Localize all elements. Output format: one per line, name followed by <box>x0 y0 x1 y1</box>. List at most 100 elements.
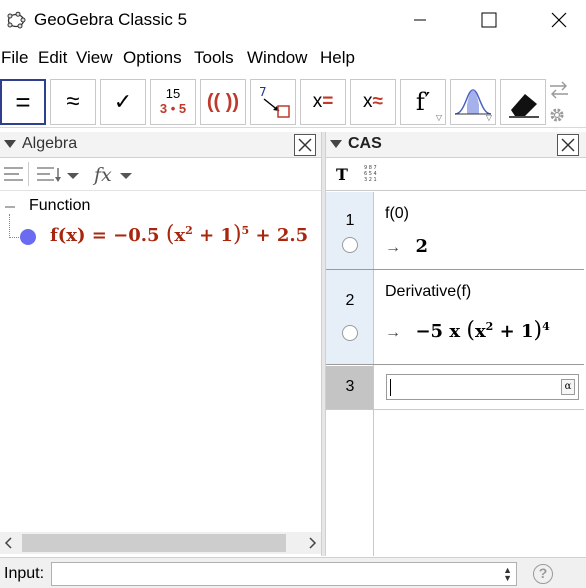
algebra-close-button[interactable] <box>294 134 316 156</box>
text-style-button[interactable]: T <box>336 165 348 184</box>
algebra-horizontal-scrollbar[interactable] <box>0 532 321 554</box>
input-label: Input: <box>4 565 45 582</box>
tool-evaluate-button[interactable]: = <box>0 79 46 125</box>
menu-help[interactable]: Help <box>320 48 355 68</box>
tool-factor-top-label: 15 <box>165 86 181 101</box>
tool-substitute-label: 7 <box>259 85 267 99</box>
tool-probability-calculator-button[interactable]: ▽ <box>450 79 496 125</box>
collapse-triangle-icon[interactable] <box>4 140 16 148</box>
fx-description-icon[interactable]: fx <box>92 163 138 187</box>
visibility-toggle-dot[interactable] <box>20 229 36 245</box>
scrollbar-thumb[interactable] <box>22 534 286 552</box>
cas-output-inner-exp: 2 <box>485 320 494 333</box>
tool-substitute-button[interactable]: 7 <box>250 79 296 125</box>
menu-window[interactable]: Window <box>247 48 307 68</box>
svg-text:fx: fx <box>92 164 112 186</box>
tool-solve-numerically-label: x≈ <box>363 91 383 112</box>
menu-file[interactable]: File <box>1 48 28 68</box>
menu-options[interactable]: Options <box>123 48 182 68</box>
cas-panel-title: CAS <box>348 135 382 152</box>
cas-plot-toggle[interactable] <box>342 237 358 253</box>
cas-input-field[interactable]: α <box>386 374 579 400</box>
toggle-auxiliary-icon[interactable] <box>3 165 25 185</box>
cas-row-number: 2 <box>345 292 355 309</box>
fn-inner-plus: + 1 <box>199 225 233 246</box>
fn-lhs: f(x) = −0.5 <box>50 225 160 246</box>
fn-outer-exp: 5 <box>241 224 250 237</box>
menu-view[interactable]: View <box>76 48 113 68</box>
symbol-alpha-button[interactable]: α <box>561 379 575 395</box>
tool-expand-label: (( )) <box>206 90 240 113</box>
close-icon <box>298 138 312 152</box>
history-spinner-icon[interactable]: ▲ ▼ <box>503 566 512 583</box>
fn-inner-exp: 2 <box>185 224 193 237</box>
text-caret <box>390 379 391 396</box>
tool-factor-button[interactable]: 15 3 • 5 <box>150 79 196 125</box>
tool-solve-button[interactable]: x= <box>300 79 346 125</box>
scroll-right-arrow-icon[interactable] <box>303 532 321 554</box>
close-window-button[interactable] <box>530 0 586 40</box>
cas-row-number: 1 <box>345 212 355 229</box>
cas-output: → −5 x (x2 + 1)4 <box>385 318 550 343</box>
tool-expand-button[interactable]: (( )) <box>200 79 246 125</box>
geogebra-app-icon <box>7 11 26 29</box>
menu-bar: File Edit View Options Tools Window Help <box>0 45 586 71</box>
sort-by-icon[interactable] <box>36 165 82 185</box>
cas-output-value: 2 <box>415 236 428 257</box>
toolbar: = ≈ ✓ 15 3 • 5 (( )) 7 x= x≈ f′ ▽ ▽ <box>0 76 586 128</box>
cas-close-button[interactable] <box>557 134 579 156</box>
title-bar: GeoGebra Classic 5 <box>0 0 586 40</box>
maximize-icon <box>481 12 497 28</box>
cas-output-inner-plus: + 1 <box>499 321 534 342</box>
gear-icon[interactable] <box>548 106 566 124</box>
tool-keep-input-button[interactable]: ✓ <box>100 79 146 125</box>
algebra-panel-header: Algebra <box>0 132 321 158</box>
cas-view: 1 f(0) → 2 2 Derivative(f) → −5 x (x2 + … <box>326 192 586 556</box>
cas-output-outer-exp: 4 <box>542 320 550 333</box>
tool-derivative-button[interactable]: f′ ▽ <box>400 79 446 125</box>
cas-output: → 2 <box>385 236 428 257</box>
cas-row-header[interactable]: 3 <box>326 366 374 409</box>
cas-row-2[interactable]: 2 Derivative(f) → −5 x (x2 + 1)4 <box>326 270 584 365</box>
tree-line <box>9 214 19 238</box>
input-field[interactable]: ▲ ▼ <box>51 562 517 586</box>
cas-row-header[interactable]: 1 <box>326 192 374 269</box>
collapse-triangle-icon[interactable] <box>330 140 342 148</box>
cas-row-3[interactable]: 3 α <box>326 366 584 410</box>
algebra-style-bar: fx <box>0 159 321 191</box>
menu-tools[interactable]: Tools <box>194 48 234 68</box>
close-icon <box>561 138 575 152</box>
tool-numeric-label: ≈ <box>66 88 80 115</box>
tool-keep-input-label: ✓ <box>113 89 133 114</box>
cas-input-text: Derivative(f) <box>385 283 472 300</box>
minimize-button[interactable] <box>392 0 448 40</box>
cas-panel-header: CAS <box>326 132 586 158</box>
divider <box>28 162 29 186</box>
maximize-button[interactable] <box>460 0 516 40</box>
tool-derivative-label: f′ <box>415 88 431 116</box>
help-icon[interactable]: ? <box>533 564 553 584</box>
cas-plot-toggle[interactable] <box>342 325 358 341</box>
collapse-group-icon[interactable] <box>4 202 16 212</box>
group-label-function: Function <box>29 197 91 214</box>
input-bar: Input: ▲ ▼ ? <box>0 557 586 588</box>
window-title: GeoGebra Classic 5 <box>34 10 188 29</box>
keyboard-numpad-icon[interactable]: 9 8 76 5 43 2 1 <box>364 165 377 183</box>
tool-delete-button[interactable] <box>500 79 546 125</box>
output-arrow-icon: → <box>385 239 401 256</box>
fn-tail: + 2.5 <box>255 225 309 246</box>
tool-numeric-button[interactable]: ≈ <box>50 79 96 125</box>
close-icon <box>551 12 567 28</box>
eraser-icon <box>509 94 539 118</box>
scroll-left-arrow-icon[interactable] <box>0 532 18 554</box>
cas-output-inner: x <box>474 321 486 342</box>
tool-factor-bottom-label: 3 • 5 <box>159 101 187 116</box>
undo-redo-icon[interactable] <box>548 80 570 100</box>
cas-input-text: f(0) <box>385 205 409 222</box>
menu-edit[interactable]: Edit <box>38 48 67 68</box>
tool-solve-numerically-button[interactable]: x≈ <box>350 79 396 125</box>
function-f-expression[interactable]: f(x) = −0.5 (x2 + 1)5 + 2.5 <box>50 222 308 247</box>
cas-row-1[interactable]: 1 f(0) → 2 <box>326 192 584 270</box>
cas-style-bar: T 9 8 76 5 43 2 1 <box>326 159 586 191</box>
cas-row-header[interactable]: 2 <box>326 270 374 364</box>
